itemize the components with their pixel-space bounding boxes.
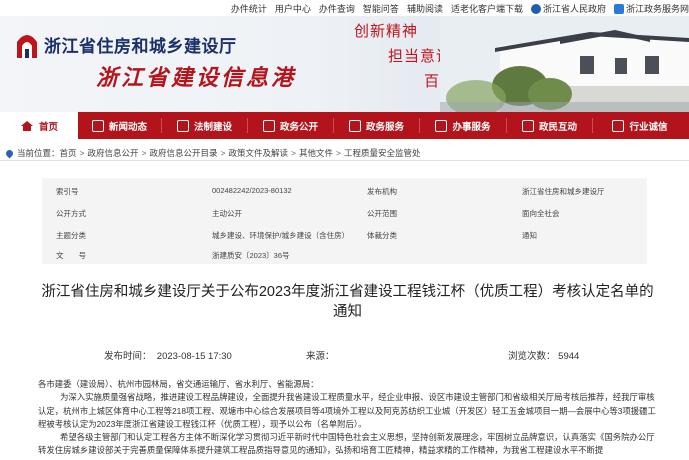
slogan-innovation: 创新精神	[354, 22, 419, 40]
article-paragraph: 希望各级主管部门和认定工程各方主体不断深化学习贯彻习近平新时代中国特色社会主义思…	[38, 432, 655, 456]
publish-time-label: 发布时间：	[104, 351, 152, 362]
meta-scope-value: 面向全社会	[522, 209, 560, 218]
meta-topic-label: 主题分类	[56, 231, 86, 240]
view-count-value: 5944	[558, 351, 580, 362]
breadcrumb-divider	[0, 160, 689, 161]
gov-emblem-icon	[530, 3, 541, 14]
nav-integrity-label: 行业诚信	[629, 121, 668, 133]
document-meta-table: 索引号 002482242/2023-80132 发布机构 浙江省住房和城乡建设…	[42, 178, 647, 264]
link-reading-aid[interactable]: 辅助阅读	[407, 2, 443, 15]
publish-time-value: 2023-08-15 17:30	[156, 351, 232, 362]
meta-genre-value: 通知	[522, 231, 537, 240]
nav-interaction[interactable]: 政民互动	[507, 112, 592, 139]
nav-home[interactable]: 首页	[0, 112, 78, 139]
breadcrumb-disclosure[interactable]: 政府信息公开	[88, 147, 139, 159]
article-salutation: 各市建委（建设局）、杭州市园林局，省交通运输厅、省水利厅、省能源局：	[38, 379, 319, 389]
site-name: 浙江省建设信息港	[96, 65, 297, 91]
nav-affairs-label: 办事服务	[452, 121, 491, 133]
breadcrumb-home[interactable]: 首页	[60, 147, 77, 159]
article-title: 浙江省住房和城乡建设厅关于公布2023年度浙江省建设工程钱江杯（优质工程）考核认…	[41, 284, 654, 320]
breadcrumb-separator: >	[290, 148, 296, 158]
law-icon	[176, 119, 189, 132]
link-query[interactable]: 办件查询	[319, 2, 355, 15]
meta-org-value: 浙江省住房和城乡建设厅	[522, 187, 605, 196]
meta-index-label: 索引号	[56, 187, 79, 196]
breadcrumb-separator: >	[141, 148, 147, 158]
view-count: 浏览次数： 5944	[508, 348, 579, 362]
nav-law[interactable]: 法制建设	[162, 112, 247, 139]
location-pin-icon	[4, 148, 15, 158]
meta-method-label: 公开方式	[56, 209, 86, 218]
nav-home-label: 首页	[38, 121, 58, 133]
breadcrumb-separator: >	[79, 148, 85, 158]
breadcrumb: 当前位置： 首页 > 政府信息公开 > 政府信息公开目录 > 政策文件及解读 >…	[4, 147, 421, 159]
nav-disclosure-label: 政务公开	[279, 121, 318, 133]
link-zj-service-label: 浙江政务服务网	[625, 4, 689, 14]
link-stats[interactable]: 办件统计	[231, 2, 267, 15]
nav-gov-service-label: 政务服务	[365, 121, 404, 133]
service-icon	[348, 119, 361, 132]
meta-docno-label: 文 号	[56, 251, 86, 260]
article-paragraph: 为深入实施质量强省战略，推进建设工程品牌建设，全面提升我省建设工程质量水平，经企…	[38, 392, 656, 429]
breadcrumb-label: 当前位置：	[17, 148, 60, 158]
view-count-label: 浏览次数：	[508, 351, 556, 362]
article-body: 各市建委（建设局）、杭州市园林局，省交通运输厅、省水利厅、省能源局： 为深入实施…	[38, 378, 661, 458]
link-zj-service[interactable]: 浙江政务服务网	[613, 2, 689, 15]
utility-links: 办件统计 用户中心 办件查询 智能问答 辅助阅读 适老化客户端下载 浙江省人民政…	[223, 2, 689, 15]
service-network-icon	[613, 3, 624, 14]
news-icon	[91, 119, 104, 132]
article-source-label: 来源：	[306, 351, 335, 362]
main-navigation: 首页 新闻动态 法制建设 政务公开 政务服务 办事服务 政民互动 行业诚信	[0, 112, 689, 139]
link-zj-gov[interactable]: 浙江省人民政府	[530, 2, 606, 15]
breadcrumb-department[interactable]: 工程质量安全监管处	[344, 147, 421, 159]
nav-affairs[interactable]: 办事服务	[420, 112, 506, 139]
affairs-icon	[435, 119, 448, 132]
meta-org-label: 发布机构	[367, 187, 397, 196]
nav-news[interactable]: 新闻动态	[78, 112, 161, 139]
breadcrumb-policy[interactable]: 政策文件及解读	[228, 147, 288, 159]
breadcrumb-catalog[interactable]: 政府信息公开目录	[149, 147, 217, 159]
nav-news-label: 新闻动态	[108, 121, 147, 133]
nav-law-label: 法制建设	[193, 121, 232, 133]
meta-method-value: 主动公开	[212, 209, 242, 218]
link-zj-gov-label: 浙江省人民政府	[542, 4, 606, 14]
disclosure-icon	[262, 119, 275, 132]
link-user-center[interactable]: 用户中心	[275, 2, 311, 15]
breadcrumb-separator: >	[220, 148, 226, 158]
nav-disclosure[interactable]: 政务公开	[248, 112, 333, 139]
integrity-icon	[612, 119, 625, 132]
publish-time: 发布时间： 2023-08-15 17:30	[104, 348, 232, 362]
breadcrumb-separator: >	[335, 148, 341, 158]
nav-integrity[interactable]: 行业诚信	[593, 112, 687, 139]
breadcrumb-other[interactable]: 其他文件	[299, 147, 333, 159]
link-qa[interactable]: 智能问答	[363, 2, 399, 15]
meta-topic-value: 城乡建设、环境保护/城乡建设（含住房）	[212, 231, 350, 240]
nav-interaction-label: 政民互动	[538, 121, 577, 133]
meta-docno-value: 浙建质安〔2023〕36号	[212, 251, 290, 260]
site-banner: 浙江省住房和城乡建设厅 浙江省建设信息港 创新精神 担当意识 百姓情怀	[0, 16, 689, 112]
link-elderly-app[interactable]: 适老化客户端下载	[451, 2, 523, 15]
home-icon	[20, 120, 33, 131]
nav-gov-service[interactable]: 政务服务	[334, 112, 419, 139]
top-utility-bar: 办件统计 用户中心 办件查询 智能问答 辅助阅读 适老化客户端下载 浙江省人民政…	[0, 0, 689, 16]
department-logo-icon[interactable]	[14, 30, 40, 60]
department-name[interactable]: 浙江省住房和城乡建设厅	[44, 32, 237, 57]
meta-genre-label: 体裁分类	[367, 231, 397, 240]
article-source: 来源：	[306, 348, 335, 362]
interaction-icon	[521, 119, 534, 132]
meta-index-value: 002482242/2023-80132	[212, 186, 292, 195]
meta-scope-label: 公开范围	[367, 209, 397, 218]
banner-architecture-image	[440, 16, 689, 112]
